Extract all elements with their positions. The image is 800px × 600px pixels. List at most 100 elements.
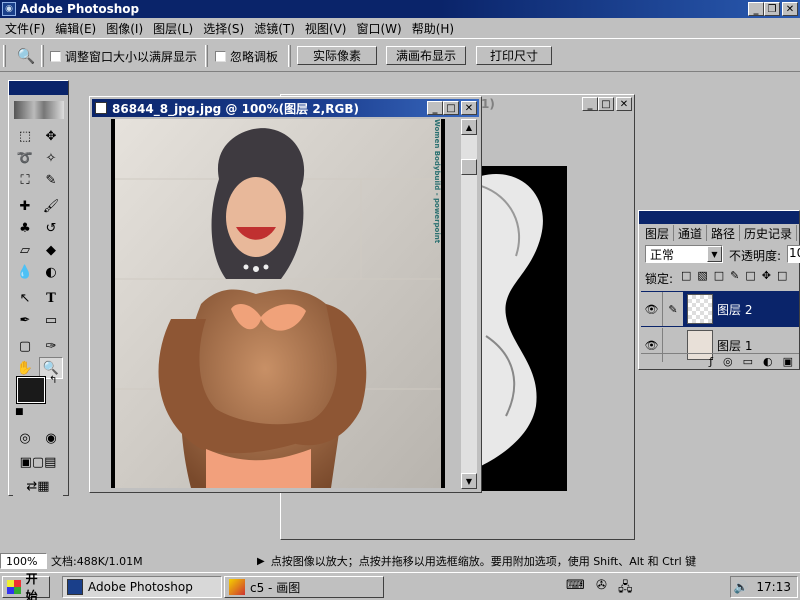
- shape-tool-icon[interactable]: ▭: [39, 309, 63, 331]
- play-arrow-icon[interactable]: ▶: [257, 556, 265, 567]
- clone-stamp-tool-icon[interactable]: ♣: [13, 217, 37, 239]
- maximize-button[interactable]: □: [598, 97, 614, 111]
- adjustment-layer-icon[interactable]: ◐: [763, 355, 773, 368]
- lock-options-icons[interactable]: □▧□✎□✥□: [681, 269, 793, 282]
- slice-tool-icon[interactable]: ✎: [39, 169, 63, 191]
- new-set-icon[interactable]: ▭: [743, 355, 753, 368]
- tab-paths[interactable]: 路径: [707, 225, 741, 241]
- brush-tool-icon[interactable]: 🖌: [39, 195, 63, 217]
- new-layer-icon[interactable]: ▣: [783, 355, 793, 368]
- minimize-button[interactable]: _: [582, 97, 598, 111]
- layer-row[interactable]: 👁 ✎ 图层 2: [641, 291, 799, 327]
- minimize-button[interactable]: _: [748, 2, 764, 16]
- lasso-tool-icon[interactable]: ➰: [13, 147, 37, 169]
- layer-style-icon[interactable]: ƒ: [709, 355, 713, 368]
- menu-window[interactable]: 窗口(W): [351, 20, 406, 37]
- menu-image[interactable]: 图像(I): [101, 20, 148, 37]
- lock-label: 锁定:: [645, 272, 674, 286]
- vertical-scrollbar[interactable]: ▲ ▼: [461, 119, 477, 489]
- blur-tool-icon[interactable]: 💧: [13, 261, 37, 283]
- hand-tool-icon[interactable]: ✋: [13, 357, 37, 379]
- document-titlebar[interactable]: 86844_8_jpg.jpg @ 100%(图层 2,RGB) _ □ ✕: [92, 99, 479, 117]
- layer-mask-canvas[interactable]: [481, 166, 567, 491]
- ignore-palettes-checkbox[interactable]: 忽略调板: [215, 48, 278, 65]
- document-title: 86844_8_jpg.jpg @ 100%(图层 2,RGB): [112, 101, 359, 116]
- scroll-up-button[interactable]: ▲: [461, 119, 477, 135]
- healing-tool-icon[interactable]: ✚: [13, 195, 37, 217]
- jump-to-imageready-icon[interactable]: ⇄▦: [13, 475, 63, 497]
- notes-tool-icon[interactable]: ▢: [13, 335, 37, 357]
- marquee-tool-icon[interactable]: ⬚: [13, 125, 37, 147]
- palette-titlebar[interactable]: [639, 211, 799, 224]
- close-button[interactable]: ✕: [782, 2, 798, 16]
- opacity-input[interactable]: 10: [787, 245, 800, 263]
- scroll-thumb[interactable]: [461, 159, 477, 175]
- standard-mode-icon[interactable]: ◎: [13, 427, 37, 449]
- volume-icon[interactable]: 🔊: [733, 580, 748, 594]
- network-icon[interactable]: 🖧: [618, 578, 633, 600]
- pen-tool-icon[interactable]: ✒: [13, 309, 37, 331]
- tab-layers[interactable]: 图层: [641, 225, 675, 241]
- menu-filter[interactable]: 滤镜(T): [249, 20, 300, 37]
- document-window[interactable]: 86844_8_jpg.jpg @ 100%(图层 2,RGB) _ □ ✕ W…: [89, 96, 482, 493]
- blend-mode-select[interactable]: 正常 ▼: [645, 245, 723, 263]
- magic-wand-tool-icon[interactable]: ✧: [39, 147, 63, 169]
- path-select-tool-icon[interactable]: ↖: [13, 287, 37, 309]
- move-tool-icon[interactable]: ✥: [39, 125, 63, 147]
- quick-mask-mode-icon[interactable]: ◉: [39, 427, 63, 449]
- ime-icon[interactable]: ✇: [596, 578, 607, 593]
- menu-select[interactable]: 选择(S): [198, 20, 249, 37]
- dodge-tool-icon[interactable]: ◐: [39, 261, 63, 283]
- start-button[interactable]: 开始: [2, 572, 50, 600]
- default-colors-icon[interactable]: ■: [15, 407, 24, 417]
- swap-colors-icon[interactable]: ↰: [49, 375, 57, 386]
- status-hint: 点按图像以放大；点按并拖移以用选框缩放。要用附加选项，使用 Shift、Alt …: [270, 555, 697, 568]
- menu-edit[interactable]: 编辑(E): [50, 20, 101, 37]
- history-brush-tool-icon[interactable]: ↺: [39, 217, 63, 239]
- print-size-button[interactable]: 打印尺寸: [476, 46, 552, 65]
- add-mask-icon[interactable]: ◎: [723, 355, 733, 368]
- image-canvas[interactable]: Women Bodybuild - powerpoint: [111, 119, 445, 488]
- crop-tool-icon[interactable]: ⛶: [13, 169, 37, 191]
- tab-channels[interactable]: 通道: [674, 225, 708, 241]
- taskbar-item-photoshop[interactable]: Adobe Photoshop: [62, 576, 222, 598]
- menubar: 文件(F) 编辑(E) 图像(I) 图层(L) 选择(S) 滤镜(T) 视图(V…: [0, 18, 800, 38]
- minimize-button[interactable]: _: [427, 101, 443, 115]
- restore-button[interactable]: ❐: [764, 2, 780, 16]
- maximize-button[interactable]: □: [443, 101, 459, 115]
- brush-link-icon[interactable]: ✎: [663, 292, 683, 326]
- blend-mode-value: 正常: [650, 247, 675, 262]
- taskbar-item-paint[interactable]: c5 - 画图: [224, 576, 384, 598]
- eraser-tool-icon[interactable]: ▱: [13, 239, 37, 261]
- paint-bucket-tool-icon[interactable]: ◆: [39, 239, 63, 261]
- foreground-color-swatch[interactable]: [16, 376, 46, 404]
- toolbox-titlebar[interactable]: [9, 81, 68, 95]
- photoshop-app-icon[interactable]: ◉: [2, 2, 16, 16]
- menu-layer[interactable]: 图层(L): [148, 20, 198, 37]
- visibility-eye-icon[interactable]: 👁: [641, 292, 663, 326]
- chevron-down-icon[interactable]: ▼: [707, 246, 722, 262]
- fit-on-screen-button[interactable]: 满画布显示: [386, 46, 466, 65]
- menu-help[interactable]: 帮助(H): [407, 20, 459, 37]
- app-titlebar: ◉ Adobe Photoshop _ ❐ ✕: [0, 0, 800, 18]
- close-button[interactable]: ✕: [461, 101, 477, 115]
- zoom-level-field[interactable]: 100%: [0, 553, 47, 569]
- keyboard-icon[interactable]: ⌨: [566, 578, 585, 593]
- menu-view[interactable]: 视图(V): [300, 20, 352, 37]
- resize-window-checkbox[interactable]: 调整窗口大小以满屏显示: [50, 48, 197, 65]
- checkbox-box[interactable]: [50, 51, 61, 62]
- adobe-eye-logo[interactable]: [14, 101, 64, 119]
- clock[interactable]: 17:13: [756, 580, 791, 594]
- options-grip[interactable]: [3, 45, 6, 67]
- scroll-down-button[interactable]: ▼: [461, 473, 477, 489]
- close-button[interactable]: ✕: [616, 97, 632, 111]
- document-size-info[interactable]: 文档:488K/1.01M: [51, 553, 251, 569]
- screen-mode-icons[interactable]: ▣▢▤: [13, 451, 63, 473]
- eyedropper-tool-icon[interactable]: ✑: [39, 335, 63, 357]
- tab-history[interactable]: 历史记录: [740, 225, 798, 241]
- menu-file[interactable]: 文件(F): [0, 20, 50, 37]
- type-tool-icon[interactable]: T: [39, 287, 63, 309]
- actual-pixels-button[interactable]: 实际像素: [297, 46, 377, 65]
- task-label: Adobe Photoshop: [88, 580, 193, 594]
- checkbox-box[interactable]: [215, 51, 226, 62]
